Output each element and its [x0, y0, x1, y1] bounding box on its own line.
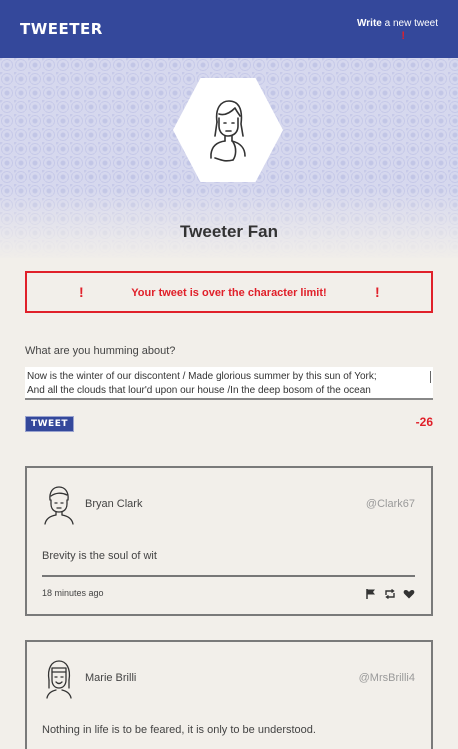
compose-text-line: And all the clouds that lour'd upon our …	[27, 385, 371, 396]
alert-icon: !	[375, 284, 380, 300]
write-link-bold: Write	[357, 18, 382, 29]
write-alert-icon: !	[401, 30, 405, 42]
tweet-card: Bryan Clark @Clark67 Brevity is the soul…	[25, 466, 433, 616]
tweet-text: Nothing in life is to be feared, it is o…	[42, 724, 316, 736]
tweet-card: Marie Brilli @MrsBrilli4 Nothing in life…	[25, 640, 433, 749]
user-avatar-icon	[210, 100, 246, 162]
tweet-author-name[interactable]: Marie Brilli	[85, 672, 136, 684]
compose-prompt-label: What are you humming about?	[25, 345, 176, 357]
tweet-author-handle[interactable]: @Clark67	[366, 498, 415, 510]
tweet-compose-textarea[interactable]: Now is the winter of our discontent / Ma…	[25, 367, 433, 400]
text-caret	[430, 371, 431, 383]
tweet-actions	[365, 587, 415, 600]
tweet-author-name[interactable]: Bryan Clark	[85, 498, 142, 510]
profile-name: Tweeter Fan	[180, 222, 278, 241]
tweet-divider	[42, 575, 415, 577]
retweet-icon[interactable]	[384, 587, 396, 600]
write-link-rest: a new tweet	[381, 18, 438, 29]
top-nav-bar: TWEETER Write a new tweet !	[0, 0, 458, 58]
profile-avatar	[173, 78, 283, 182]
flag-icon[interactable]	[365, 587, 377, 599]
error-alert: ! Your tweet is over the character limit…	[25, 271, 433, 313]
profile-banner: Tweeter Fan	[0, 58, 458, 258]
tweet-timestamp: 18 minutes ago	[42, 588, 104, 598]
character-count: -26	[415, 415, 433, 429]
error-message: Your tweet is over the character limit!	[131, 287, 327, 299]
tweet-author-handle[interactable]: @MrsBrilli4	[359, 672, 415, 684]
heart-icon[interactable]	[403, 587, 415, 599]
app-logo[interactable]: TWEETER	[20, 20, 103, 38]
write-new-tweet-link[interactable]: Write a new tweet	[357, 18, 438, 29]
tweet-text: Brevity is the soul of wit	[42, 550, 157, 562]
user-avatar-icon	[44, 486, 74, 525]
compose-text-line: Now is the winter of our discontent / Ma…	[27, 371, 377, 382]
tweet-button[interactable]: TWEET	[25, 416, 74, 432]
user-avatar-icon	[46, 660, 72, 699]
